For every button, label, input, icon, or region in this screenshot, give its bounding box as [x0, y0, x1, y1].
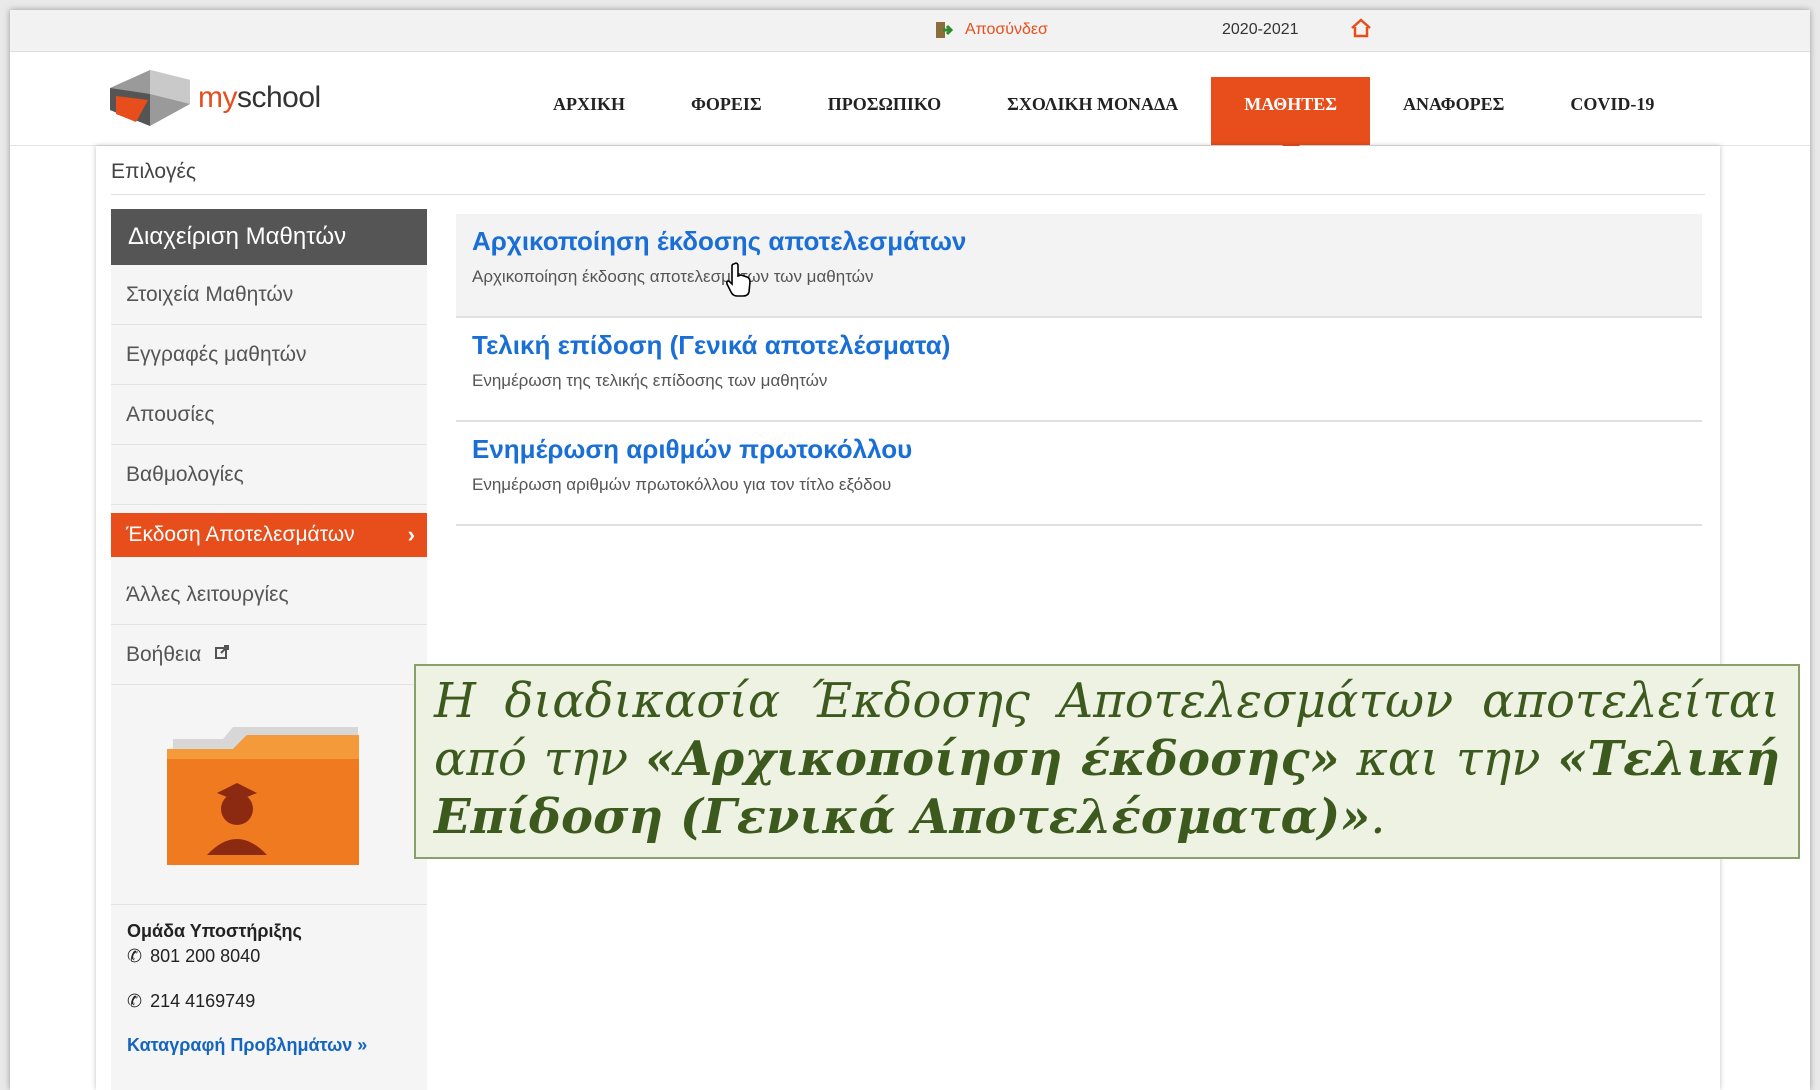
- sidebar-title: Διαχείριση Μαθητών: [111, 209, 427, 265]
- support-title: Ομάδα Υποστήριξης: [127, 921, 302, 941]
- sidebar-item-label: Βαθμολογίες: [126, 463, 244, 486]
- list-item: Τελική επίδοση (Γενικά αποτελέσματα) Ενη…: [456, 318, 1702, 422]
- sidebar-item-label: Βοήθεια: [126, 643, 202, 666]
- nav-covid[interactable]: COVID-19: [1537, 77, 1687, 145]
- school-selector[interactable]: [1350, 18, 1386, 43]
- list-item: Ενημέρωση αριθμών πρωτοκόλλου Ενημέρωση …: [456, 422, 1702, 526]
- sidebar-item-label: Στοιχεία Μαθητών: [126, 283, 294, 306]
- student-folder-icon: [167, 727, 359, 865]
- init-results-link[interactable]: Αρχικοποίηση έκδοσης αποτελεσμάτων: [472, 226, 966, 257]
- main-header: myschool ΑΡΧΙΚΗ ΦΟΡΕΙΣ ΠΡΟΣΩΠΙΚΟ ΣΧΟΛΙΚΗ…: [10, 52, 1810, 153]
- support-phone-1: ✆ 801 200 8040: [127, 946, 411, 967]
- logout-label: Αποσύνδεσ: [965, 21, 1048, 38]
- sidebar-item-student-details[interactable]: Στοιχεία Μαθητών: [111, 265, 427, 325]
- protocol-numbers-link[interactable]: Ενημέρωση αριθμών πρωτοκόλλου: [472, 434, 912, 465]
- logo-wordmark: myschool: [198, 81, 321, 114]
- entry-description: Αρχικοποίηση έκδοσης αποτελεσμάτων των μ…: [472, 267, 874, 286]
- school-year[interactable]: 2020-2021: [1222, 21, 1299, 39]
- nav-staff[interactable]: ΠΡΟΣΩΠΙΚΟ: [795, 77, 974, 145]
- sidebar-item-enrollments[interactable]: Εγγραφές μαθητών: [111, 325, 427, 385]
- top-utility-bar: Αποσύνδεσ 2020-2021: [10, 10, 1810, 52]
- nav-organizations[interactable]: ΦΟΡΕΙΣ: [658, 77, 795, 145]
- nav-school-unit[interactable]: ΣΧΟΛΙΚΗ ΜΟΝΑΔΑ: [974, 77, 1211, 145]
- content-panel: Επιλογές Διαχείριση Μαθητών Στοιχεία Μαθ…: [96, 146, 1720, 1090]
- logo-mark-icon: [110, 70, 190, 126]
- hand-pointer-cursor-icon: [726, 262, 751, 297]
- folder-illustration: [111, 685, 427, 905]
- phone-icon: ✆: [127, 991, 143, 1011]
- callout-text: και την: [1339, 731, 1558, 787]
- results-actions-list: Αρχικοποίηση έκδοσης αποτελεσμάτων Αρχικ…: [456, 214, 1702, 526]
- logout-link[interactable]: Αποσύνδεσ: [935, 21, 1058, 39]
- final-performance-link[interactable]: Τελική επίδοση (Γενικά αποτελέσματα): [472, 330, 950, 361]
- sidebar-item-grades[interactable]: Βαθμολογίες: [111, 445, 427, 505]
- chevron-right-icon: ›: [407, 522, 415, 547]
- browser-page: Αποσύνδεσ 2020-2021 myschool ΑΡΧΙΚΗ ΦΟΡΕ…: [10, 10, 1810, 1090]
- annotation-callout: Η διαδικασία Έκδοσης Αποτελεσμάτων αποτε…: [414, 664, 1800, 859]
- sidebar-item-label: Απουσίες: [126, 403, 215, 426]
- phone-icon: ✆: [127, 946, 143, 966]
- sidebar-item-results-issue[interactable]: Έκδοση Αποτελεσμάτων ›: [111, 513, 427, 557]
- entry-description: Ενημέρωση αριθμών πρωτοκόλλου για τον τί…: [472, 475, 892, 494]
- phone-number: 214 4169749: [150, 991, 256, 1011]
- home-icon: [1350, 18, 1372, 43]
- logout-icon: [935, 21, 955, 39]
- external-link-icon: [215, 625, 230, 685]
- sidebar-item-label: Άλλες λειτουργίες: [126, 583, 289, 606]
- nav-students[interactable]: ΜΑΘΗΤΕΣ: [1211, 77, 1370, 153]
- report-problems-link[interactable]: Καταγραφή Προβλημάτων »: [127, 1035, 411, 1056]
- support-phone-2: ✆ 214 4169749: [127, 991, 411, 1012]
- sidebar-item-label: Έκδοση Αποτελεσμάτων: [126, 523, 355, 546]
- sidebar-item-other-functions[interactable]: Άλλες λειτουργίες: [111, 565, 427, 625]
- callout-emphasis: «Αρχικοποίηση έκδοσης»: [645, 731, 1340, 787]
- options-heading: Επιλογές: [111, 160, 197, 183]
- main-nav: ΑΡΧΙΚΗ ΦΟΡΕΙΣ ΠΡΟΣΩΠΙΚΟ ΣΧΟΛΙΚΗ ΜΟΝΑΔΑ Μ…: [520, 77, 1687, 153]
- nav-reports[interactable]: ΑΝΑΦΟΡΕΣ: [1370, 77, 1537, 145]
- sidebar: Διαχείριση Μαθητών Στοιχεία Μαθητών Εγγρ…: [111, 209, 427, 1090]
- list-item: Αρχικοποίηση έκδοσης αποτελεσμάτων Αρχικ…: [456, 214, 1702, 318]
- sidebar-item-absences[interactable]: Απουσίες: [111, 385, 427, 445]
- sidebar-item-help[interactable]: Βοήθεια: [111, 625, 427, 685]
- nav-home[interactable]: ΑΡΧΙΚΗ: [520, 77, 658, 145]
- phone-number: 801 200 8040: [150, 946, 261, 966]
- callout-text: .: [1370, 789, 1386, 845]
- divider: [111, 194, 1705, 195]
- sidebar-item-label: Εγγραφές μαθητών: [126, 343, 307, 366]
- myschool-logo[interactable]: myschool: [110, 70, 321, 126]
- entry-description: Ενημέρωση της τελικής επίδοσης των μαθητ…: [472, 371, 828, 390]
- support-box: Ομάδα Υποστήριξης ✆ 801 200 8040 ✆ 214 4…: [111, 905, 427, 1072]
